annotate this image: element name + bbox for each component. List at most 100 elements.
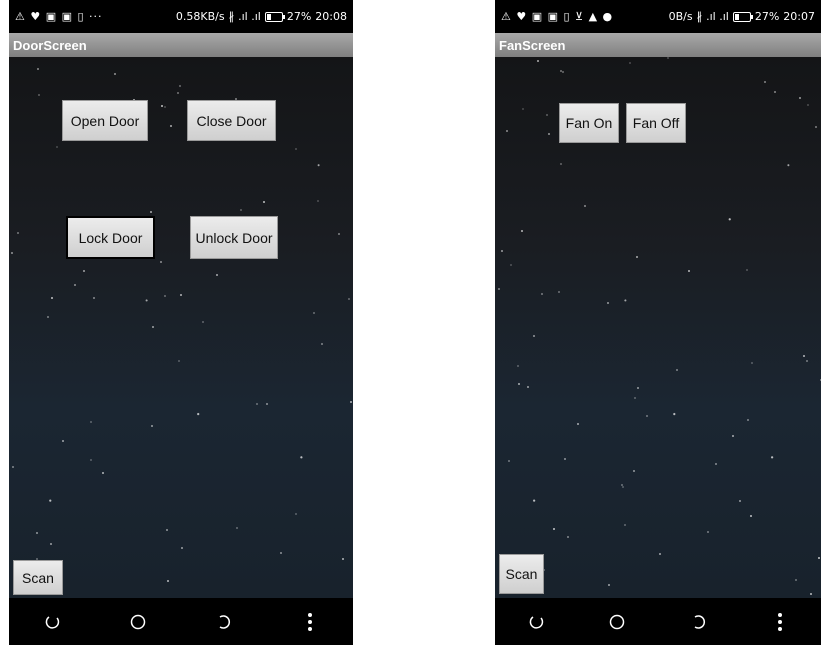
star-dot [102, 471, 104, 474]
star-dot [546, 113, 549, 116]
star-dot [36, 532, 39, 535]
star-dot [806, 360, 809, 363]
fan-on-button[interactable]: Fan On [559, 103, 619, 143]
app-title-bar: FanScreen [495, 33, 821, 57]
star-dot [11, 251, 14, 254]
star-dot [151, 326, 154, 329]
star-dot [92, 296, 95, 299]
star-dot [802, 355, 805, 358]
star-dot [50, 297, 53, 300]
star-dot [337, 232, 340, 235]
scan-button[interactable]: Scan [13, 560, 63, 595]
menu-icon[interactable] [290, 607, 330, 637]
star-dot [90, 458, 93, 461]
star-dot [179, 294, 182, 297]
star-dot [262, 201, 265, 204]
star-dot [739, 499, 742, 502]
star-dot [17, 232, 20, 235]
star-dot [236, 527, 239, 530]
star-dot [688, 269, 691, 272]
star-dot [342, 558, 345, 561]
star-dot [607, 302, 610, 305]
star-dot [164, 294, 167, 297]
app-content: Fan On Fan Off Scan [495, 57, 821, 598]
status-right: 0B/s ∦ .ıl .ıl 27% 20:07 [669, 10, 815, 23]
star-dot [170, 124, 173, 127]
star-dot [622, 485, 625, 488]
star-dot [623, 523, 626, 526]
star-dot [507, 459, 510, 462]
scan-button[interactable]: Scan [499, 554, 544, 594]
bluetooth-icon: ∦ [228, 10, 235, 23]
star-dot [150, 210, 153, 213]
star-dot [820, 378, 821, 381]
star-dot [633, 470, 636, 473]
star-dot [201, 320, 204, 323]
network-speed: 0.58KB/s [175, 10, 225, 23]
star-dot [294, 513, 297, 516]
star-dot [177, 360, 180, 363]
star-dot [46, 315, 49, 318]
starfield-background [9, 57, 353, 598]
recents-icon[interactable] [204, 607, 244, 637]
star-dot [645, 414, 648, 417]
star-dot [707, 530, 710, 533]
battery-percent: 27% [754, 10, 780, 23]
star-dot [505, 129, 508, 132]
clock: 20:07 [783, 10, 815, 23]
status-bar: ⚠ ♥ ▣ ▣ ▯ ··· 0.58KB/s ∦ .ıl .ıl 27% 20:… [9, 0, 353, 33]
star-dot [817, 556, 820, 559]
back-icon[interactable] [516, 607, 556, 637]
star-dot [749, 515, 752, 518]
star-dot [526, 386, 529, 389]
star-dot [714, 463, 717, 466]
close-door-button[interactable]: Close Door [187, 100, 276, 141]
star-dot [763, 80, 766, 83]
home-icon[interactable] [597, 607, 637, 637]
fan-off-button[interactable]: Fan Off [626, 103, 686, 143]
star-dot [160, 261, 163, 264]
navigation-bar [495, 598, 821, 645]
star-dot [313, 311, 316, 314]
star-dot [774, 91, 777, 94]
star-dot [294, 148, 297, 151]
menu-icon[interactable] [760, 607, 800, 637]
star-dot [165, 528, 168, 531]
unlock-door-button[interactable]: Unlock Door [190, 216, 278, 259]
star-dot [746, 419, 749, 422]
notification-icons: ⚠ ♥ ▣ ▣ ▯ ⊻ ▲ ● [501, 10, 614, 23]
star-dot [320, 342, 323, 345]
star-dot [537, 60, 540, 63]
signal-icon: .ıl .ıl [706, 10, 729, 23]
status-right: 0.58KB/s ∦ .ıl .ıl 27% 20:08 [176, 10, 347, 23]
door-screen-phone: ⚠ ♥ ▣ ▣ ▯ ··· 0.58KB/s ∦ .ıl .ıl 27% 20:… [9, 0, 353, 645]
star-dot [794, 578, 797, 581]
star-dot [180, 547, 183, 550]
open-door-button[interactable]: Open Door [62, 100, 148, 141]
star-dot [608, 584, 611, 586]
star-dot [635, 255, 638, 258]
star-dot [521, 107, 524, 110]
screen-title: DoorScreen [13, 37, 87, 53]
star-dot [37, 68, 40, 71]
notification-icons: ⚠ ♥ ▣ ▣ ▯ ··· [15, 10, 103, 23]
star-dot [160, 105, 163, 108]
star-dot [113, 72, 116, 75]
battery-icon [732, 11, 753, 22]
star-dot [517, 382, 520, 385]
star-dot [520, 230, 523, 233]
star-dot [62, 439, 65, 442]
recents-icon[interactable] [679, 607, 719, 637]
back-icon[interactable] [32, 607, 72, 637]
star-dot [50, 543, 53, 546]
star-dot [547, 133, 550, 136]
star-dot [676, 369, 679, 372]
network-speed: 0B/s [668, 10, 693, 23]
star-dot [584, 205, 587, 208]
star-dot [558, 291, 561, 294]
home-icon[interactable] [118, 607, 158, 637]
star-dot [658, 552, 661, 555]
screen-title: FanScreen [499, 37, 566, 53]
star-dot [560, 162, 563, 165]
lock-door-button[interactable]: Lock Door [66, 216, 155, 259]
